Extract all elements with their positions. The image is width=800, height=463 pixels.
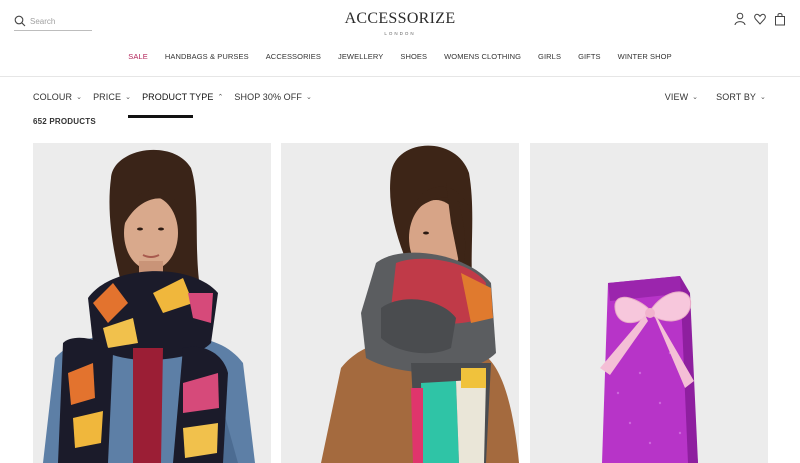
header-icons bbox=[734, 12, 786, 26]
view-dropdown[interactable]: VIEW ⌄ bbox=[665, 90, 698, 104]
product-card[interactable] bbox=[33, 143, 271, 463]
filter-price-label: PRICE bbox=[93, 92, 122, 102]
filter-colour[interactable]: COLOUR ⌄ bbox=[33, 90, 82, 104]
nav-item-girls[interactable]: GIRLS bbox=[530, 52, 570, 61]
chevron-down-icon: ⌄ bbox=[760, 94, 766, 101]
product-image-woman-multicolour-scarf[interactable] bbox=[33, 143, 271, 463]
product-card[interactable] bbox=[281, 143, 519, 463]
nav-item-sale[interactable]: SALE bbox=[120, 52, 157, 61]
view-label: VIEW bbox=[664, 92, 689, 102]
sort-by-label: SORT BY bbox=[716, 92, 757, 102]
filter-price[interactable]: PRICE ⌄ bbox=[93, 90, 131, 104]
brand-name[interactable]: ACCESSORIZE bbox=[0, 10, 800, 28]
product-card[interactable] bbox=[530, 143, 768, 463]
sort-by-dropdown[interactable]: SORT BY ⌄ bbox=[716, 90, 766, 104]
view-sort-controls: VIEW ⌄ SORT BY ⌄ bbox=[647, 90, 766, 104]
nav-item-shoes[interactable]: SHOES bbox=[392, 52, 436, 61]
main-nav: SALE HANDBAGS & PURSES ACCESSORIES JEWEL… bbox=[0, 52, 800, 61]
wishlist-heart-icon[interactable] bbox=[754, 12, 766, 26]
filter-product-type[interactable]: PRODUCT TYPE ⌃ bbox=[142, 90, 223, 104]
chevron-down-icon: ⌄ bbox=[125, 94, 132, 101]
filter-colour-label: COLOUR bbox=[33, 92, 73, 102]
brand-subtitle: LONDON bbox=[384, 31, 416, 36]
account-icon[interactable] bbox=[734, 12, 746, 26]
filter-product-type-label: PRODUCT TYPE bbox=[142, 92, 214, 102]
header-divider bbox=[0, 76, 800, 77]
product-image-woman-grey-scarf[interactable] bbox=[281, 143, 519, 463]
active-filter-underline bbox=[128, 115, 193, 118]
chevron-down-icon: ⌄ bbox=[76, 94, 83, 101]
chevron-down-icon: ⌄ bbox=[692, 94, 699, 101]
brand-logo[interactable]: ACCESSORIZE LONDON bbox=[0, 10, 800, 36]
filter-bar: COLOUR ⌄ PRICE ⌄ PRODUCT TYPE ⌃ SHOP 30% OF… bbox=[33, 90, 323, 104]
product-image-gift-bag[interactable] bbox=[530, 143, 768, 463]
shopping-bag-icon[interactable] bbox=[774, 12, 786, 26]
nav-item-accessories[interactable]: ACCESSORIES bbox=[257, 52, 329, 61]
filter-shop-30-off[interactable]: SHOP 30% OFF ⌄ bbox=[234, 90, 312, 104]
nav-item-handbags-purses[interactable]: HANDBAGS & PURSES bbox=[156, 52, 257, 61]
chevron-up-icon: ⌃ bbox=[217, 94, 224, 101]
product-count: 652 PRODUCTS bbox=[33, 117, 96, 126]
nav-item-winter-shop[interactable]: WINTER SHOP bbox=[609, 52, 680, 61]
nav-item-womens-clothing[interactable]: WOMENS CLOTHING bbox=[436, 52, 530, 61]
nav-item-jewellery[interactable]: JEWELLERY bbox=[329, 52, 391, 61]
chevron-down-icon: ⌄ bbox=[305, 94, 312, 101]
filter-shop-30-off-label: SHOP 30% OFF bbox=[234, 92, 302, 102]
nav-item-gifts[interactable]: GIFTS bbox=[570, 52, 610, 61]
